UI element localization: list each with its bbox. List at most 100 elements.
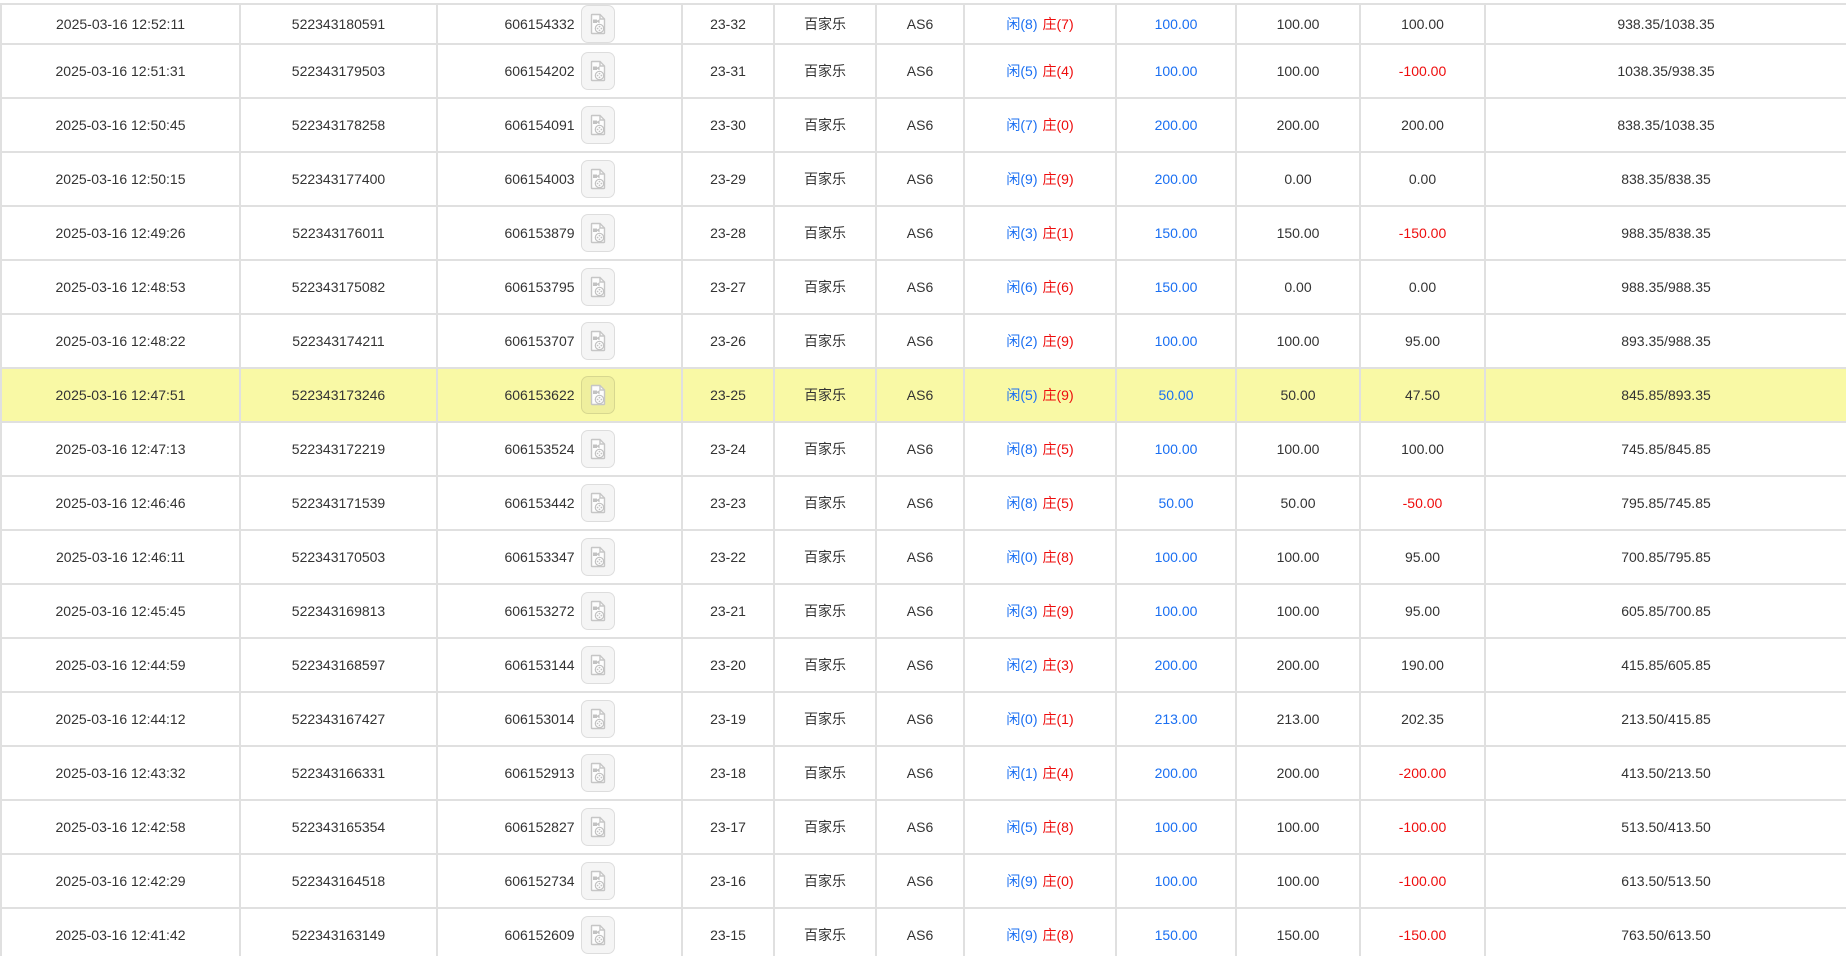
balance: 763.50/613.50 — [1486, 909, 1846, 956]
video-replay-button[interactable] — [581, 106, 615, 144]
table-name: AS6 — [877, 747, 965, 801]
video-replay-button[interactable] — [581, 754, 615, 792]
game-id: 606154003 — [504, 171, 574, 187]
game-id-cell: 606153879 — [438, 207, 683, 261]
banker-result: 庄(9) — [1043, 603, 1074, 619]
win-loss: 95.00 — [1361, 531, 1486, 585]
valid-amount: 50.00 — [1237, 477, 1361, 531]
game-id: 606153144 — [504, 657, 574, 673]
video-replay-button[interactable] — [581, 160, 615, 198]
bet-time: 2025-03-16 12:49:26 — [0, 207, 241, 261]
video-replay-button[interactable] — [581, 322, 615, 360]
bet-time: 2025-03-16 12:48:22 — [0, 315, 241, 369]
bet-amount-link[interactable]: 100.00 — [1117, 531, 1237, 585]
bet-time: 2025-03-16 12:45:45 — [0, 585, 241, 639]
table-row: 2025-03-16 12:47:51 522343173246 6061536… — [0, 369, 1846, 423]
bet-amount-link[interactable]: 50.00 — [1117, 477, 1237, 531]
valid-amount: 200.00 — [1237, 99, 1361, 153]
player-result: 闲(5) — [1006, 819, 1037, 835]
round-number: 23-31 — [683, 45, 775, 99]
video-file-icon — [588, 869, 608, 893]
game-result: 闲(3)庄(1) — [965, 207, 1117, 261]
video-replay-button[interactable] — [581, 5, 615, 43]
valid-amount: 200.00 — [1237, 639, 1361, 693]
balance: 613.50/513.50 — [1486, 855, 1846, 909]
bet-amount-link[interactable]: 150.00 — [1117, 261, 1237, 315]
win-loss: -150.00 — [1361, 909, 1486, 956]
game-result: 闲(5)庄(4) — [965, 45, 1117, 99]
game-id-cell: 606152734 — [438, 855, 683, 909]
bet-time: 2025-03-16 12:46:11 — [0, 531, 241, 585]
bet-amount-link[interactable]: 213.00 — [1117, 693, 1237, 747]
game-id: 606153014 — [504, 711, 574, 727]
video-replay-button[interactable] — [581, 808, 615, 846]
balance: 845.85/893.35 — [1486, 369, 1846, 423]
video-replay-button[interactable] — [581, 214, 615, 252]
bet-amount-link[interactable]: 100.00 — [1117, 423, 1237, 477]
bet-amount-link[interactable]: 50.00 — [1117, 369, 1237, 423]
valid-amount: 0.00 — [1237, 261, 1361, 315]
video-file-icon — [588, 167, 608, 191]
bet-amount-link[interactable]: 150.00 — [1117, 207, 1237, 261]
bet-amount-link[interactable]: 200.00 — [1117, 153, 1237, 207]
game-type: 百家乐 — [775, 639, 877, 693]
video-replay-button[interactable] — [581, 646, 615, 684]
bet-id: 522343178258 — [241, 99, 438, 153]
table-name: AS6 — [877, 477, 965, 531]
table-name: AS6 — [877, 585, 965, 639]
win-loss: 0.00 — [1361, 153, 1486, 207]
player-result: 闲(7) — [1006, 117, 1037, 133]
game-result: 闲(9)庄(9) — [965, 153, 1117, 207]
banker-result: 庄(4) — [1043, 765, 1074, 781]
bet-amount-link[interactable]: 100.00 — [1117, 801, 1237, 855]
balance: 1038.35/938.35 — [1486, 45, 1846, 99]
video-replay-button[interactable] — [581, 592, 615, 630]
player-result: 闲(5) — [1006, 387, 1037, 403]
video-replay-button[interactable] — [581, 538, 615, 576]
game-id-cell: 606154003 — [438, 153, 683, 207]
win-loss: 100.00 — [1361, 423, 1486, 477]
video-replay-button[interactable] — [581, 916, 615, 954]
table-name: AS6 — [877, 531, 965, 585]
bet-amount-link[interactable]: 100.00 — [1117, 315, 1237, 369]
video-replay-button[interactable] — [581, 430, 615, 468]
bet-time: 2025-03-16 12:47:51 — [0, 369, 241, 423]
game-id: 606152609 — [504, 927, 574, 943]
video-replay-button[interactable] — [581, 376, 615, 414]
bet-amount-link[interactable]: 200.00 — [1117, 639, 1237, 693]
video-replay-button[interactable] — [581, 862, 615, 900]
valid-amount: 100.00 — [1237, 3, 1361, 45]
player-result: 闲(8) — [1006, 16, 1037, 32]
player-result: 闲(0) — [1006, 711, 1037, 727]
game-id: 606153272 — [504, 603, 574, 619]
table-row: 2025-03-16 12:46:11 522343170503 6061533… — [0, 531, 1846, 585]
bet-amount-link[interactable]: 100.00 — [1117, 585, 1237, 639]
bet-amount-link[interactable]: 200.00 — [1117, 747, 1237, 801]
game-result: 闲(0)庄(1) — [965, 693, 1117, 747]
bet-time: 2025-03-16 12:43:32 — [0, 747, 241, 801]
game-id-cell: 606153707 — [438, 315, 683, 369]
video-replay-button[interactable] — [581, 268, 615, 306]
bet-amount-link[interactable]: 100.00 — [1117, 3, 1237, 45]
bet-id: 522343171539 — [241, 477, 438, 531]
video-replay-button[interactable] — [581, 52, 615, 90]
win-loss: -100.00 — [1361, 855, 1486, 909]
win-loss: 47.50 — [1361, 369, 1486, 423]
banker-result: 庄(8) — [1043, 927, 1074, 943]
video-replay-button[interactable] — [581, 484, 615, 522]
bet-amount-link[interactable]: 200.00 — [1117, 99, 1237, 153]
bet-amount-link[interactable]: 100.00 — [1117, 855, 1237, 909]
win-loss: -150.00 — [1361, 207, 1486, 261]
game-id-cell: 606154332 — [438, 3, 683, 45]
bet-amount-link[interactable]: 150.00 — [1117, 909, 1237, 956]
valid-amount: 100.00 — [1237, 45, 1361, 99]
win-loss: -100.00 — [1361, 45, 1486, 99]
video-replay-button[interactable] — [581, 700, 615, 738]
player-result: 闲(2) — [1006, 333, 1037, 349]
balance: 938.35/1038.35 — [1486, 3, 1846, 45]
video-file-icon — [588, 437, 608, 461]
player-result: 闲(0) — [1006, 549, 1037, 565]
bet-amount-link[interactable]: 100.00 — [1117, 45, 1237, 99]
player-result: 闲(6) — [1006, 279, 1037, 295]
bet-id: 522343166331 — [241, 747, 438, 801]
